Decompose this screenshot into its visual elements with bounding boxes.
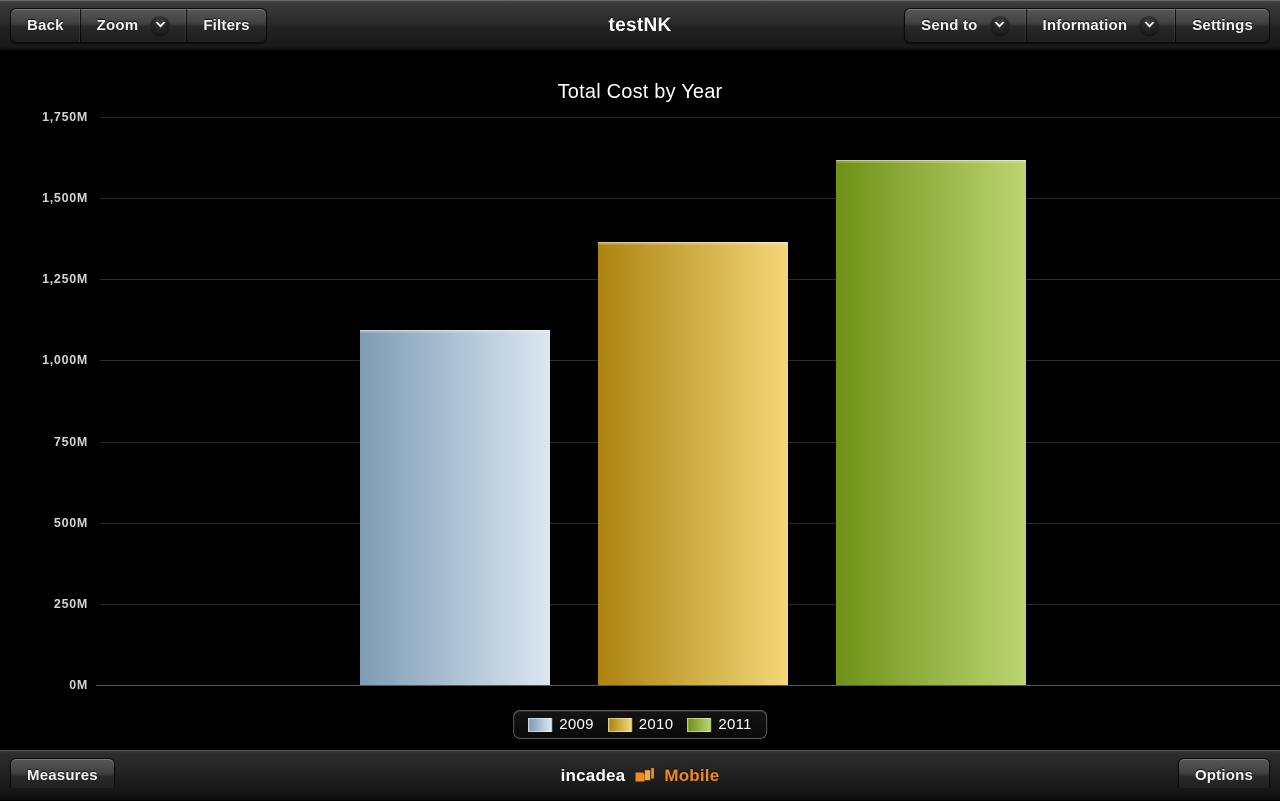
filters-button[interactable]: Filters (187, 8, 266, 42)
information-button-label: Information (1042, 16, 1128, 34)
flag-icon (635, 768, 655, 782)
back-button-label: Back (27, 16, 64, 34)
bar-chart-plot[interactable]: 0M 250M 500M 750M 1,000M 1,250M 1,500M 1,750M (0, 51, 1280, 749)
y-axis-tick-label: 500M (53, 515, 88, 530)
legend-item-label: 2009 (559, 716, 594, 733)
top-toolbar: Back Zoom Filters testNK Send to Informa… (0, 0, 1280, 51)
y-axis-tick-label: 1,000M (42, 353, 88, 368)
legend-item-2009[interactable]: 2009 (528, 716, 594, 733)
zoom-button[interactable]: Zoom (80, 8, 188, 42)
bottom-edge (0, 788, 1280, 800)
y-axis-tick-label: 0M (69, 678, 88, 692)
legend-swatch-icon (528, 717, 553, 732)
measures-button[interactable]: Measures (11, 758, 114, 792)
options-button[interactable]: Options (1178, 758, 1269, 792)
legend-item-label: 2010 (638, 716, 674, 733)
chart-area: Total Cost by Year 0M 250M 500M 750M 1,000M 1… (0, 51, 1280, 749)
y-axis-tick-label: 1,750M (42, 110, 88, 124)
bottom-toolbar: Measures incadea Mobile Options (0, 749, 1280, 800)
measures-button-group: Measures (10, 757, 115, 793)
bar-2011[interactable] (836, 160, 1026, 685)
brand-product: Mobile (664, 765, 720, 785)
back-button[interactable]: Back (11, 8, 81, 42)
chevron-down-icon (1139, 15, 1160, 35)
x-axis-line (96, 685, 1280, 686)
toolbar-left-button-group: Back Zoom Filters (10, 7, 267, 43)
y-axis-tick-label: 250M (53, 596, 88, 611)
y-axis-tick-label: 750M (53, 434, 88, 449)
legend-swatch-icon (687, 717, 712, 732)
settings-button-label: Settings (1192, 16, 1253, 34)
y-axis-tick-label: 1,500M (42, 191, 88, 206)
legend-item-label: 2011 (718, 716, 752, 733)
send-to-button-label: Send to (921, 16, 978, 34)
legend-item-2010[interactable]: 2010 (607, 716, 674, 733)
chevron-down-icon (150, 15, 171, 35)
zoom-button-label: Zoom (96, 16, 139, 34)
information-button[interactable]: Information (1026, 8, 1177, 42)
chart-legend[interactable]: 2009 2010 2011 (513, 710, 767, 739)
filters-button-label: Filters (203, 16, 250, 34)
gridline (100, 117, 1280, 118)
send-to-button[interactable]: Send to (905, 8, 1027, 42)
brand-lockup: incadea Mobile (0, 750, 1280, 801)
bar-2009[interactable] (360, 329, 550, 685)
legend-swatch-icon (607, 717, 632, 732)
chevron-down-icon (989, 15, 1010, 35)
brand-name: incadea (560, 765, 626, 785)
toolbar-right-button-group: Send to Information Settings (904, 7, 1270, 43)
legend-item-2011[interactable]: 2011 (687, 716, 752, 733)
measures-button-label: Measures (27, 766, 98, 784)
y-axis-tick-label: 1,250M (42, 272, 88, 287)
options-button-label: Options (1194, 766, 1253, 784)
settings-button[interactable]: Settings (1176, 8, 1269, 42)
gridline (100, 198, 1280, 200)
bar-2010[interactable] (598, 241, 788, 685)
options-button-group: Options (1177, 757, 1270, 793)
app-window: Back Zoom Filters testNK Send to Informa… (0, 0, 1280, 800)
